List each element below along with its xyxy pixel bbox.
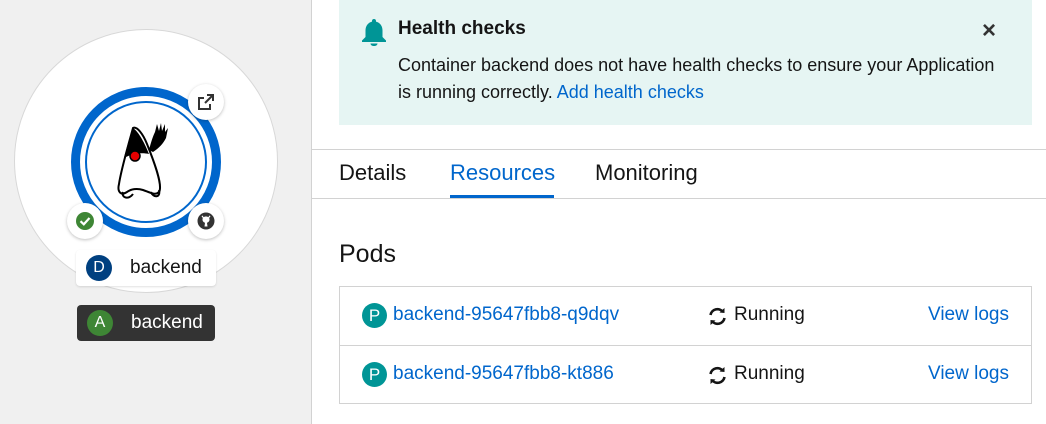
pod-status: Running xyxy=(734,363,805,384)
deployment-name: backend xyxy=(130,257,202,278)
sync-icon xyxy=(709,307,726,326)
pod-name-link[interactable]: backend-95647fbb8-q9dqv xyxy=(393,304,619,326)
pod-row: P backend-95647fbb8-q9dqv Running View l… xyxy=(340,287,1031,345)
pods-list: P backend-95647fbb8-q9dqv Running View l… xyxy=(339,286,1032,404)
application-badge: A xyxy=(87,310,113,336)
application-name: backend xyxy=(131,312,203,333)
build-status-decorator[interactable] xyxy=(67,203,103,239)
pod-badge: P xyxy=(362,362,387,387)
sync-icon xyxy=(709,366,726,385)
view-logs-link[interactable]: View logs xyxy=(928,304,1009,326)
alert-body: Container backend does not have health c… xyxy=(398,52,1008,106)
tab-monitoring[interactable]: Monitoring xyxy=(595,160,698,186)
topology-canvas[interactable]: D backend A backend xyxy=(0,0,312,424)
source-code-decorator[interactable] xyxy=(188,203,224,239)
active-tab-indicator xyxy=(450,195,554,198)
pod-row: P backend-95647fbb8-kt886 Running View l… xyxy=(340,345,1031,404)
view-logs-link[interactable]: View logs xyxy=(928,363,1009,385)
open-url-decorator[interactable] xyxy=(188,84,224,120)
health-checks-alert: Health checks Container backend does not… xyxy=(339,0,1032,125)
close-icon[interactable]: × xyxy=(977,19,1001,44)
deployment-badge: D xyxy=(86,255,112,281)
tab-resources[interactable]: Resources xyxy=(450,160,555,186)
deployment-label[interactable]: D backend xyxy=(76,250,216,286)
pods-section-title: Pods xyxy=(339,240,396,268)
tab-details[interactable]: Details xyxy=(339,160,406,186)
panel-tabs: Details Resources Monitoring xyxy=(311,149,1046,199)
pod-status: Running xyxy=(734,304,805,325)
github-icon xyxy=(197,212,215,230)
bell-icon xyxy=(362,19,386,46)
pod-name-link[interactable]: backend-95647fbb8-kt886 xyxy=(393,363,614,385)
application-label[interactable]: A backend xyxy=(77,305,215,341)
java-duke-icon xyxy=(117,123,168,199)
add-health-checks-link[interactable]: Add health checks xyxy=(557,82,704,102)
external-link-icon xyxy=(198,94,214,110)
alert-title: Health checks xyxy=(398,18,526,39)
check-circle-icon xyxy=(76,212,94,230)
pod-badge: P xyxy=(362,303,387,328)
